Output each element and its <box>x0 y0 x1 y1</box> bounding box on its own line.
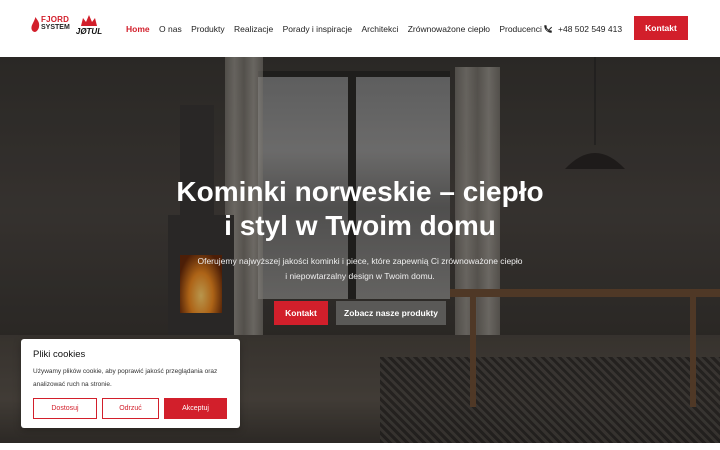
nav-item-produkty[interactable]: Produkty <box>191 24 225 34</box>
cookie-reject-button[interactable]: Odrzuć <box>102 398 159 419</box>
hero-title-line1: Kominki norweskie – ciepło <box>176 176 544 207</box>
nav-item-home[interactable]: Home <box>126 24 150 34</box>
hero-subtitle-line1: Oferujemy najwyższej jakości kominki i p… <box>197 256 523 266</box>
logo-text-jotul: JØTUL <box>75 27 103 36</box>
hero-title: Kominki norweskie – ciepło i styl w Twoi… <box>160 175 560 243</box>
hero-title-line2: i styl w Twoim domu <box>224 210 496 241</box>
nav-item-architekci[interactable]: Architekci <box>361 24 398 34</box>
cookie-customize-button[interactable]: Dostosuj <box>33 398 97 419</box>
main-nav: Home O nas Produkty Realizacje Porady i … <box>126 22 560 36</box>
flame-icon <box>31 17 40 32</box>
fjord-system-logo[interactable]: FJORD SYSTEM <box>31 16 71 36</box>
nav-item-zrownowazone[interactable]: Zrównoważone ciepło <box>408 24 490 34</box>
cookie-title: Pliki cookies <box>33 349 86 360</box>
page-bottom-strip <box>0 443 720 450</box>
hero-subtitle: Oferujemy najwyższej jakości kominki i p… <box>180 254 540 283</box>
header-contact-button[interactable]: Kontakt <box>634 16 688 40</box>
phone-icon <box>544 25 552 33</box>
cookie-text: Używamy plików cookie, aby poprawić jako… <box>33 368 218 388</box>
nav-item-realizacje[interactable]: Realizacje <box>234 24 273 34</box>
cookie-banner: Pliki cookies Używamy plików cookie, aby… <box>21 339 240 428</box>
cookie-accept-button[interactable]: Akceptuj <box>164 398 227 419</box>
phone-number: +48 502 549 413 <box>558 24 623 34</box>
hero-subtitle-line2: i niepowtarzalny design w Twoim domu. <box>285 270 435 281</box>
nav-item-o-nas[interactable]: O nas <box>159 24 182 34</box>
site-header: FJORD SYSTEM JØTUL Home O nas Produkty R… <box>0 0 720 57</box>
nav-item-producenci-label: Producenci <box>499 24 542 34</box>
hero-contact-button[interactable]: Kontakt <box>274 301 328 325</box>
jotul-logo[interactable]: JØTUL <box>74 15 104 37</box>
hero-products-button[interactable]: Zobacz nasze produkty <box>336 301 446 325</box>
jotul-crest-icon <box>81 15 97 26</box>
phone-link[interactable]: +48 502 549 413 <box>543 22 622 36</box>
logo-text-fjord: FJORD <box>41 15 70 24</box>
logo-text-system: SYSTEM <box>41 24 70 31</box>
nav-item-porady[interactable]: Porady i inspiracje <box>283 24 352 34</box>
